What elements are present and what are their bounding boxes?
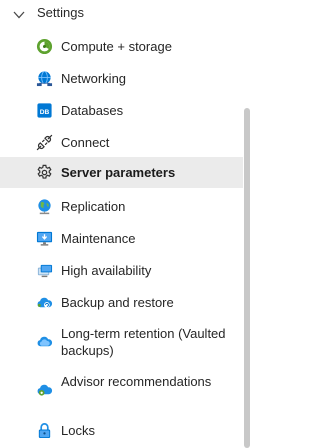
menu-item-backup-restore[interactable]: Backup and restore [0,293,243,313]
gear-icon [36,164,53,181]
menu-item-databases[interactable]: DB Databases [0,101,243,121]
menu-item-label: Compute + storage [61,39,172,54]
menu-item-label: Locks [61,423,95,438]
menu-item-label: Connect [61,135,110,150]
menu-item-label: Databases [61,103,124,118]
networking-icon [36,70,53,87]
menu-item-compute-storage[interactable]: Compute + storage [0,37,243,57]
menu-item-networking[interactable]: Networking [0,69,243,89]
menu-item-high-availability[interactable]: High availability [0,261,243,281]
maintenance-icon [36,230,53,247]
menu-item-label: High availability [61,263,152,278]
vertical-scrollbar[interactable] [244,108,250,448]
settings-group-label: Settings [37,5,84,20]
chevron-down-icon [13,7,25,19]
cloud-backup-icon [36,294,53,311]
menu-item-label: Replication [61,199,126,214]
globe-icon [36,198,53,215]
plug-icon [36,134,53,151]
menu-item-label: Advisor recommendations [61,374,212,389]
menu-item-maintenance[interactable]: Maintenance [0,229,243,249]
advisor-cloud-icon [36,381,53,398]
menu-item-label: Networking [61,71,127,86]
menu-item-long-term-retention[interactable]: Long-term retention (Vaulted backups) [0,323,243,361]
menu-item-server-parameters[interactable]: Server parameters [0,157,243,188]
menu-item-replication[interactable]: Replication [0,197,243,217]
menu-item-label: Server parameters [61,165,176,180]
menu-item-label: Long-term retention (Vaulted backups) [61,326,226,358]
settings-group-header[interactable]: Settings [0,0,243,26]
menu-item-advisor-recommendations[interactable]: Advisor recommendations [0,371,243,409]
cloud-vault-icon [36,333,53,350]
menu-item-locks[interactable]: Locks [0,421,243,441]
menu-item-label: Backup and restore [61,295,174,310]
menu-item-connect[interactable]: Connect [0,133,243,153]
menu-item-label: Maintenance [61,231,136,246]
lock-icon [36,422,53,439]
high-availability-icon [36,262,53,279]
compute-storage-icon [36,38,53,55]
settings-nav-panel: Settings Compute + storage Networking DB… [0,0,243,448]
databases-icon-text: DB [40,109,50,116]
databases-icon: DB [36,102,53,119]
